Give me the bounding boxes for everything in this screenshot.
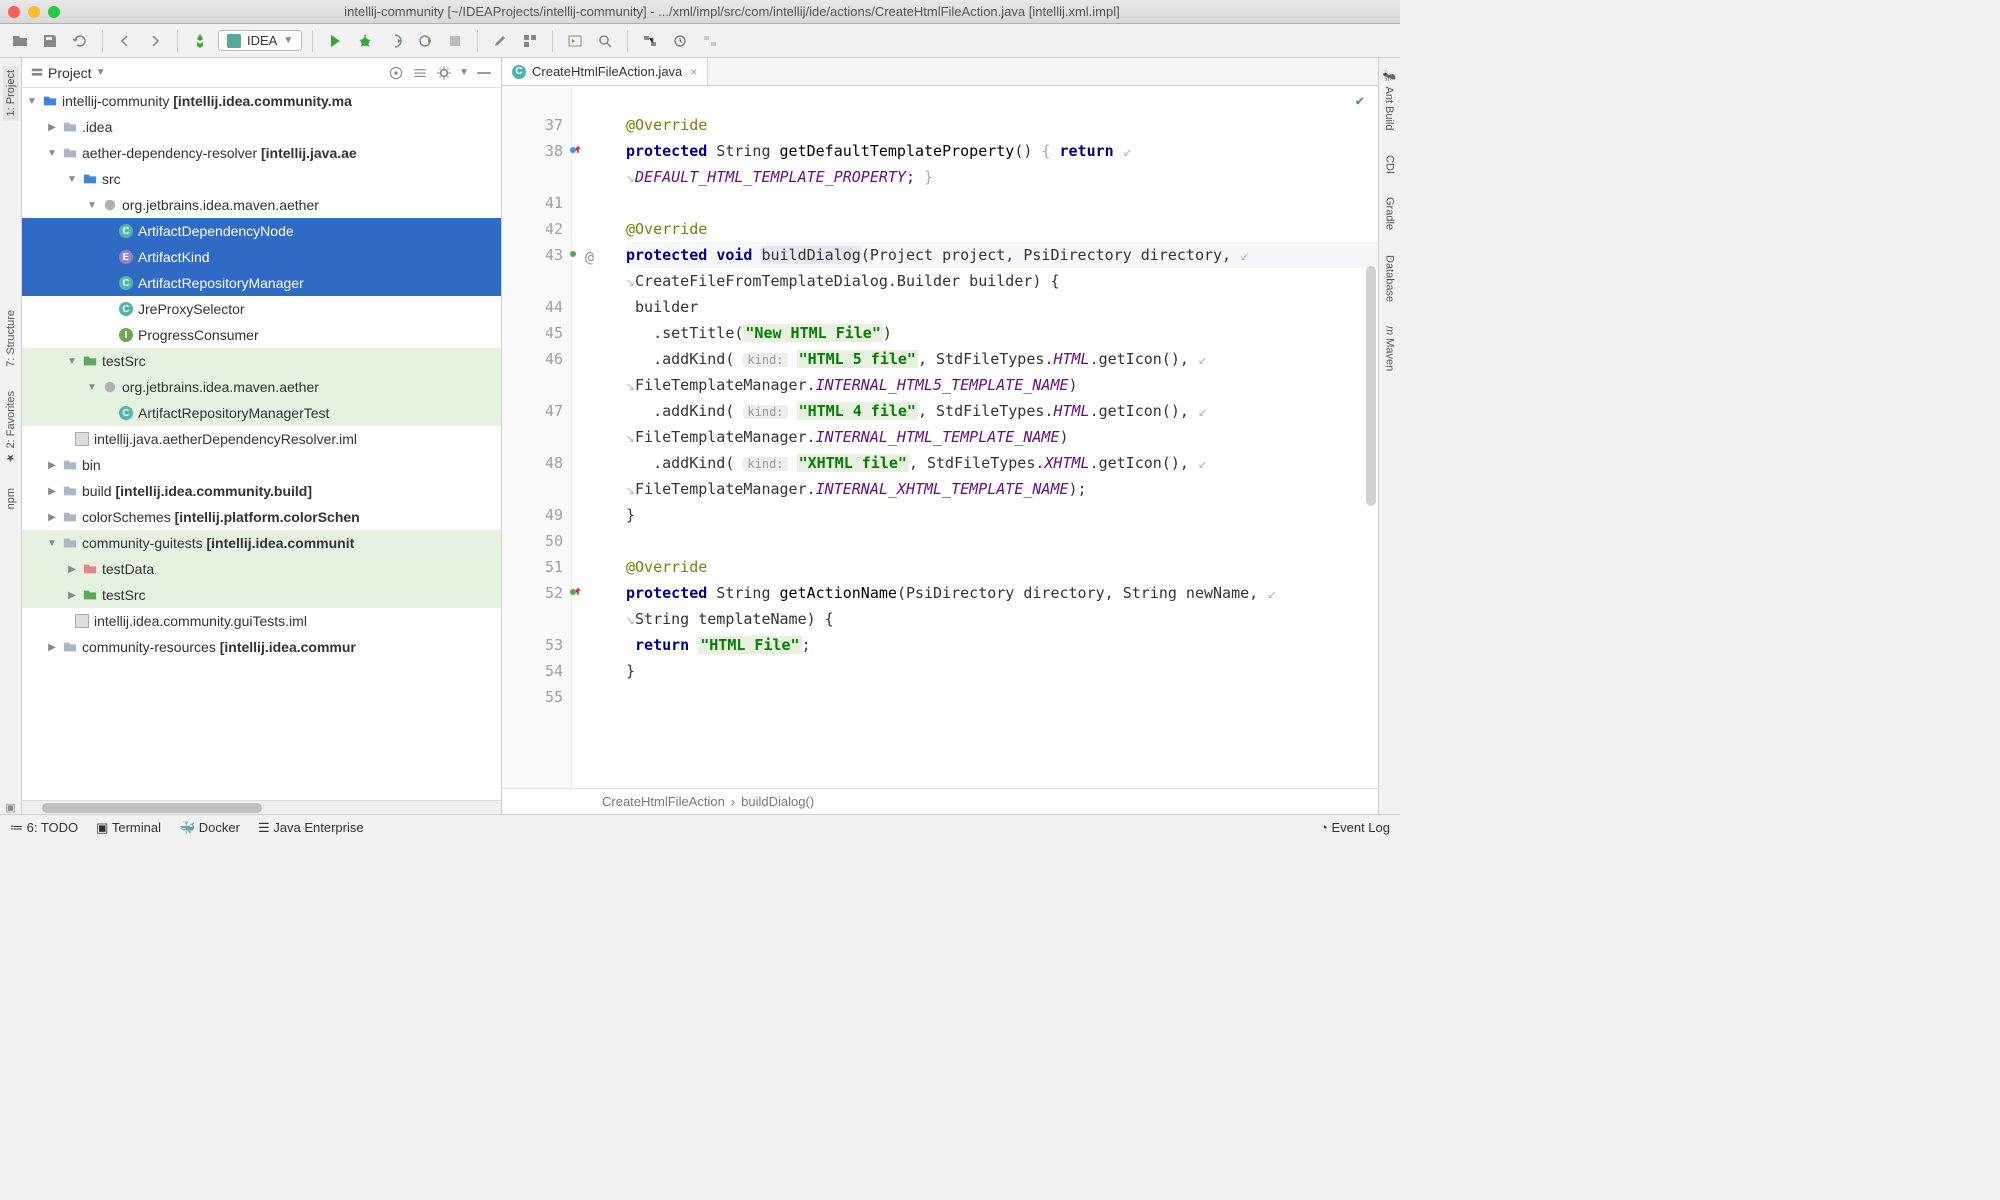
project-panel-title: Project [48, 65, 92, 81]
tab-terminal[interactable]: ▣ Terminal [96, 820, 161, 836]
tree-module-guitests[interactable]: ▼community-guitests [intellij.idea.commu… [22, 530, 501, 556]
tree-module-colorschemes[interactable]: ▶colorSchemes [intellij.platform.colorSc… [22, 504, 501, 530]
settings-icon[interactable] [488, 29, 512, 53]
editor-area: C CreateHtmlFileAction.java × ✔ 37384142… [502, 58, 1378, 814]
tree-class-test[interactable]: CArtifactRepositoryManagerTest [22, 400, 501, 426]
save-icon[interactable] [38, 29, 62, 53]
build-icon[interactable] [188, 29, 212, 53]
tree-folder-bin[interactable]: ▶bin [22, 452, 501, 478]
minimize-window-icon[interactable] [28, 6, 40, 18]
collapse-all-icon[interactable] [411, 64, 429, 82]
tree-class-artifactdependencynode[interactable]: CArtifactDependencyNode [22, 218, 501, 244]
code-editor[interactable]: ✔ 3738414243@444546474849505152535455 @O… [502, 86, 1378, 788]
vcs-update-icon[interactable] [638, 29, 662, 53]
tree-module-build[interactable]: ▶build [intellij.idea.community.build] [22, 478, 501, 504]
tab-maven[interactable]: m Maven [1382, 322, 1398, 375]
tab-ant[interactable]: 🐜 Ant Build [1381, 66, 1398, 135]
stop-icon[interactable] [443, 29, 467, 53]
tree-class-progressconsumer[interactable]: IProgressConsumer [22, 322, 501, 348]
editor-tabbar: C CreateHtmlFileAction.java × [502, 58, 1378, 86]
close-tab-icon[interactable]: × [690, 65, 697, 79]
tab-cdi[interactable]: CDI [1382, 151, 1398, 178]
breadcrumb[interactable]: CreateHtmlFileAction›buildDialog() [502, 788, 1378, 814]
tab-todo[interactable]: ≔ 6: TODO [10, 820, 78, 836]
run-config-label: IDEA [247, 33, 277, 48]
back-icon[interactable] [113, 29, 137, 53]
editor-vscrollbar[interactable] [1366, 86, 1376, 788]
tree-module-resources[interactable]: ▶community-resources [intellij.idea.comm… [22, 634, 501, 660]
tree-folder-idea[interactable]: ▶.idea [22, 114, 501, 140]
run-anything-icon[interactable] [563, 29, 587, 53]
tree-class-artifactkind[interactable]: EArtifactKind [22, 244, 501, 270]
zoom-window-icon[interactable] [48, 6, 60, 18]
scroll-from-source-icon[interactable] [387, 64, 405, 82]
tab-gradle[interactable]: Gradle [1382, 193, 1398, 234]
profile-icon[interactable] [413, 29, 437, 53]
bottom-toolbar: ≔ 6: TODO ▣ Terminal 🐳 Docker ☰ Java Ent… [0, 814, 1400, 840]
open-icon[interactable] [8, 29, 32, 53]
tab-docker[interactable]: 🐳 Docker [179, 820, 240, 836]
project-hscrollbar[interactable] [22, 800, 501, 814]
tree-file-iml2[interactable]: intellij.idea.community.guiTests.iml [22, 608, 501, 634]
tree-folder-testsrc2[interactable]: ▶testSrc [22, 582, 501, 608]
vcs-commit-icon[interactable] [668, 29, 692, 53]
left-tool-gutter: 1: Project 7: Structure ★ 2: Favorites n… [0, 58, 22, 814]
source[interactable]: @Overrideprotected String getDefaultTemp… [596, 86, 1378, 788]
editor-tab[interactable]: C CreateHtmlFileAction.java × [502, 58, 708, 85]
tree-module-aether[interactable]: ▼aether-dependency-resolver [intellij.ja… [22, 140, 501, 166]
tree-root[interactable]: ▼intellij-community [intellij.idea.commu… [22, 88, 501, 114]
close-window-icon[interactable] [8, 6, 20, 18]
tree-package[interactable]: ▼org.jetbrains.idea.maven.aether [22, 192, 501, 218]
gear-icon[interactable] [435, 64, 453, 82]
search-icon[interactable] [593, 29, 617, 53]
tab-project[interactable]: 1: Project [3, 66, 19, 120]
project-view-select[interactable]: Project ▼ [30, 65, 105, 81]
main-toolbar: IDEA ▼ [0, 24, 1400, 58]
titlebar: intellij-community [~/IDEAProjects/intel… [0, 0, 1400, 24]
tab-label: CreateHtmlFileAction.java [532, 64, 682, 79]
tree-class-jreproxyselector[interactable]: CJreProxySelector [22, 296, 501, 322]
event-log[interactable]: ◔ Event Log [1320, 820, 1390, 835]
tab-favorites[interactable]: ★ 2: Favorites [2, 387, 19, 469]
tree-package-test[interactable]: ▼org.jetbrains.idea.maven.aether [22, 374, 501, 400]
tree-file-iml1[interactable]: intellij.java.aetherDependencyResolver.i… [22, 426, 501, 452]
tree-folder-testsrc[interactable]: ▼testSrc [22, 348, 501, 374]
right-tool-gutter: 🐜 Ant Build CDI Gradle Database m Maven [1378, 58, 1400, 814]
gutter[interactable]: 3738414243@444546474849505152535455 [502, 86, 572, 788]
collapse-icon[interactable]: ▣ [5, 801, 15, 814]
refresh-icon[interactable] [68, 29, 92, 53]
run-icon[interactable] [323, 29, 347, 53]
tab-database[interactable]: Database [1382, 251, 1398, 306]
tab-npm[interactable]: npm [3, 484, 19, 513]
tab-java-enterprise[interactable]: ☰ Java Enterprise [258, 820, 364, 836]
project-tree[interactable]: ▼intellij-community [intellij.idea.commu… [22, 88, 501, 800]
debug-icon[interactable] [353, 29, 377, 53]
coverage-icon[interactable] [383, 29, 407, 53]
vcs-push-icon[interactable] [698, 29, 722, 53]
tree-folder-src[interactable]: ▼src [22, 166, 501, 192]
tab-structure[interactable]: 7: Structure [3, 306, 19, 371]
window-title: intellij-community [~/IDEAProjects/intel… [72, 4, 1392, 19]
run-config-select[interactable]: IDEA ▼ [218, 30, 302, 51]
project-structure-icon[interactable] [518, 29, 542, 53]
window-controls [8, 6, 60, 18]
tree-class-artifactrepositorymanager[interactable]: CArtifactRepositoryManager [22, 270, 501, 296]
forward-icon[interactable] [143, 29, 167, 53]
hide-panel-icon[interactable] [475, 64, 493, 82]
project-panel: Project ▼ ▼ ▼intellij-community [intelli… [22, 58, 502, 814]
tree-folder-testdata[interactable]: ▶testData [22, 556, 501, 582]
